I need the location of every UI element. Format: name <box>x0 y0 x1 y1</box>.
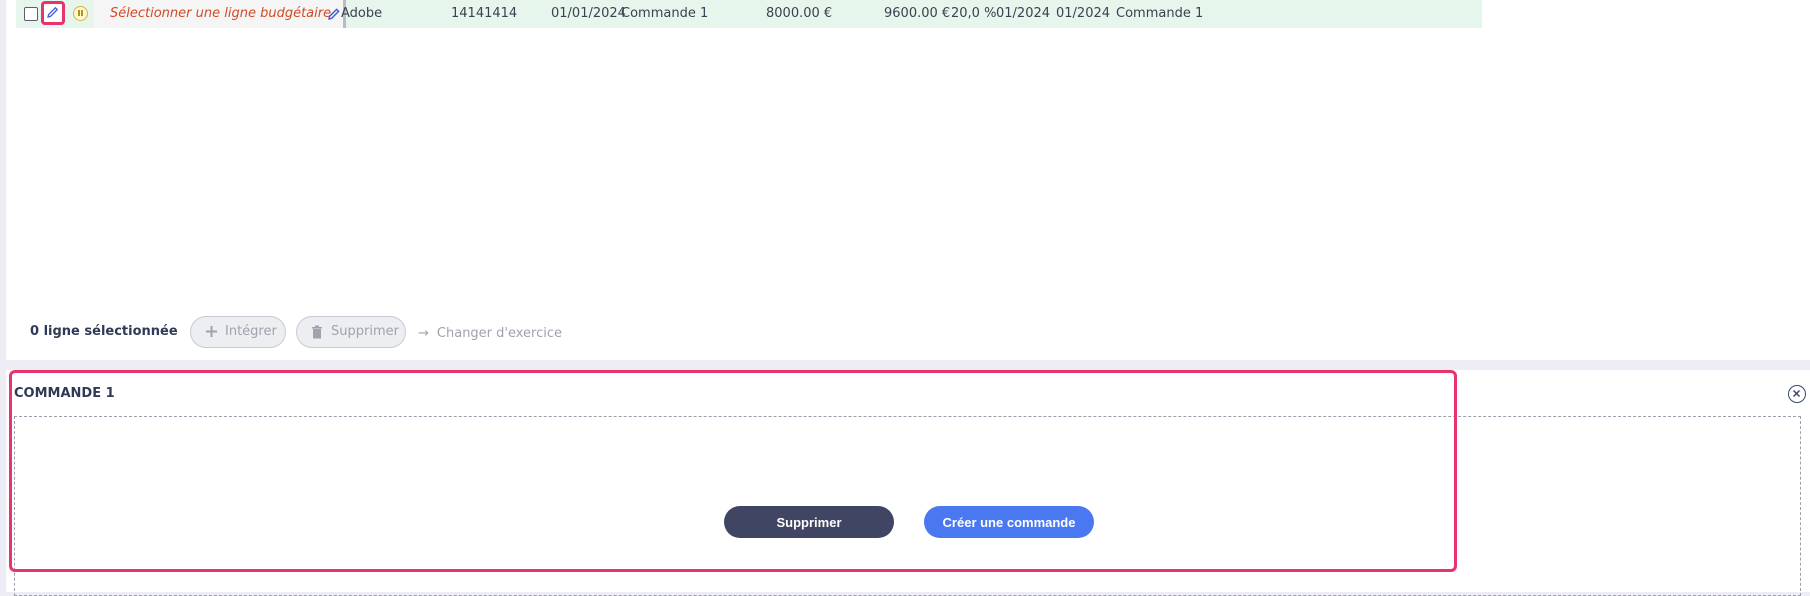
delete-lines-button[interactable]: Supprimer <box>296 316 406 348</box>
amount-ttc-cell: 9600.00 € <box>884 6 951 21</box>
change-year-link[interactable]: → Changer d'exercice <box>418 326 562 341</box>
order-name-cell: Commande 1 <box>621 6 709 21</box>
plus-icon <box>206 326 217 337</box>
delete-lines-label: Supprimer <box>331 324 399 339</box>
row-checkbox[interactable] <box>24 7 38 21</box>
selection-count: 0 ligne sélectionnée <box>30 324 178 339</box>
budget-line-selector[interactable]: Sélectionner une ligne budgétaire <box>94 0 346 28</box>
delete-order-button[interactable]: Supprimer <box>724 506 894 538</box>
pencil-icon <box>47 6 59 18</box>
arrow-right-icon: → <box>418 326 429 341</box>
order-label-cell: Commande 1 <box>1116 6 1204 21</box>
integrate-button[interactable]: Intégrer <box>190 316 286 348</box>
period-end-cell: 01/2024 <box>1056 6 1111 21</box>
supplier-cell: Adobe <box>341 6 383 21</box>
amount-ht-cell: 8000.00 € <box>766 6 833 21</box>
reference-cell: 14141414 <box>451 6 518 21</box>
close-icon[interactable] <box>1788 385 1806 403</box>
pause-icon[interactable] <box>73 6 88 21</box>
change-year-label: Changer d'exercice <box>436 326 563 341</box>
create-order-button[interactable]: Créer une commande <box>924 506 1094 538</box>
order-detail-panel: COMMANDE 1 Supprimer Créer une commande <box>6 370 1810 596</box>
vat-cell: 20,0 % <box>951 6 997 21</box>
row-edit-button[interactable] <box>41 1 65 25</box>
table-row[interactable]: Sélectionner une ligne budgétaire Adobe … <box>16 0 1482 28</box>
highlight-frame <box>9 370 1457 572</box>
close-icon-glyph <box>1792 389 1801 398</box>
trash-icon <box>312 325 322 339</box>
period-start-cell: 01/2024 <box>996 6 1051 21</box>
pencil-icon[interactable] <box>327 7 341 21</box>
budget-line-placeholder: Sélectionner une ligne budgétaire <box>110 6 332 21</box>
date-cell: 01/01/2024 <box>551 6 626 21</box>
order-lines-panel: Sélectionner une ligne budgétaire Adobe … <box>6 0 1810 360</box>
integrate-label: Intégrer <box>225 324 277 339</box>
